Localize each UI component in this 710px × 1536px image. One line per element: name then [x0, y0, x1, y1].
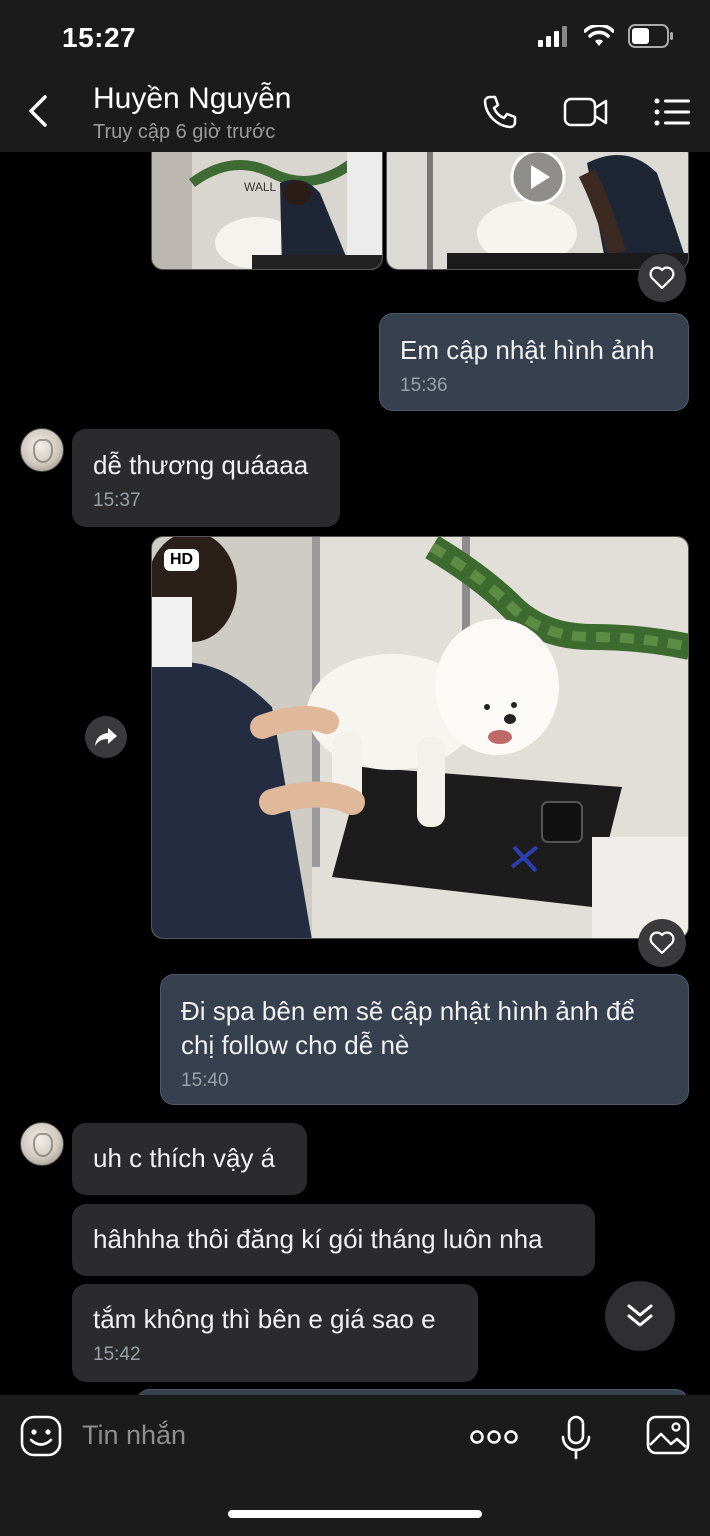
heart-icon	[649, 931, 675, 955]
message-text: tắm không thì bên e giá sao e	[93, 1304, 436, 1334]
image-icon	[646, 1415, 690, 1455]
message-video-thumbnail[interactable]	[386, 152, 689, 270]
message-input[interactable]: Tin nhắn	[82, 1420, 186, 1451]
status-bar: 15:27	[0, 0, 710, 72]
dog-grooming-video	[152, 537, 688, 938]
message-bubble-outgoing[interactable]: Đi spa bên em sẽ cập nhật hình ảnh để ch…	[160, 974, 689, 1105]
share-arrow-icon	[95, 728, 117, 746]
more-button[interactable]	[470, 1425, 518, 1449]
microphone-icon	[561, 1415, 591, 1460]
message-text: Em cập nhật hình ảnh	[400, 335, 655, 365]
status-icons	[538, 24, 674, 48]
list-menu-icon	[654, 98, 690, 126]
chat-header: Huyền Nguyễn Truy cập 6 giờ trước	[0, 72, 710, 152]
message-input-bar: Tin nhắn	[0, 1395, 710, 1536]
message-text: uh c thích vậy á	[93, 1143, 276, 1173]
react-heart-button[interactable]	[638, 919, 686, 967]
home-indicator	[228, 1510, 482, 1518]
grooming-video-thumb	[387, 152, 688, 269]
message-text: hâhhha thôi đăng kí gói tháng luôn nha	[93, 1224, 543, 1254]
sticker-button[interactable]	[20, 1415, 62, 1457]
avatar[interactable]	[20, 1122, 64, 1166]
double-chevron-down-icon	[627, 1304, 653, 1327]
message-video[interactable]: HD	[151, 536, 689, 939]
grooming-photo-left: WALL	[152, 152, 382, 269]
message-text-line-2: chị follow cho dễ nè	[181, 1030, 410, 1060]
battery-icon	[628, 24, 673, 48]
phone-icon	[483, 95, 517, 129]
message-text: dễ thương quáaaa	[93, 450, 309, 480]
message-text-line-1: Đi spa bên em sẽ cập nhật hình ảnh để	[181, 996, 635, 1026]
message-time: 15:40	[181, 1070, 229, 1091]
message-bubble-outgoing[interactable]: Em cập nhật hình ảnh 15:36	[379, 313, 689, 411]
share-button[interactable]	[85, 716, 127, 758]
message-bubble-incoming[interactable]: tắm không thì bên e giá sao e 15:42	[72, 1284, 478, 1382]
wifi-icon	[584, 25, 614, 46]
message-time: 15:42	[93, 1344, 141, 1365]
video-camera-icon	[563, 97, 608, 127]
message-list[interactable]: WALL Em cập nhật hình ảnh 15:36 dễ thươn…	[0, 152, 710, 1395]
back-button[interactable]	[18, 86, 58, 136]
scroll-to-bottom-button[interactable]	[605, 1281, 675, 1351]
hd-badge: HD	[164, 549, 200, 571]
message-time: 15:36	[400, 375, 448, 396]
message-bubble-incoming[interactable]: hâhhha thôi đăng kí gói tháng luôn nha	[72, 1204, 595, 1276]
chevron-left-icon	[29, 95, 47, 127]
message-image[interactable]: WALL	[151, 152, 383, 270]
more-dots-icon	[470, 1430, 518, 1444]
message-bubble-incoming[interactable]: uh c thích vậy á	[72, 1123, 307, 1195]
message-time: 15:37	[93, 490, 141, 511]
gallery-button[interactable]	[646, 1415, 690, 1455]
heart-icon	[649, 266, 675, 290]
menu-button[interactable]	[652, 90, 692, 134]
cellular-signal-icon	[538, 26, 567, 47]
voice-message-button[interactable]	[560, 1415, 592, 1461]
react-heart-button[interactable]	[638, 254, 686, 302]
message-bubble-incoming[interactable]: dễ thương quáaaa 15:37	[72, 429, 340, 527]
sticker-face-icon	[20, 1415, 62, 1457]
status-time: 15:27	[62, 22, 137, 53]
call-button[interactable]	[478, 90, 522, 134]
video-call-button[interactable]	[562, 90, 610, 134]
avatar[interactable]	[20, 428, 64, 472]
contact-name[interactable]: Huyền Nguyễn	[93, 82, 291, 116]
svg-text:WALL: WALL	[244, 180, 277, 194]
contact-last-seen: Truy cập 6 giờ trước	[93, 121, 276, 143]
